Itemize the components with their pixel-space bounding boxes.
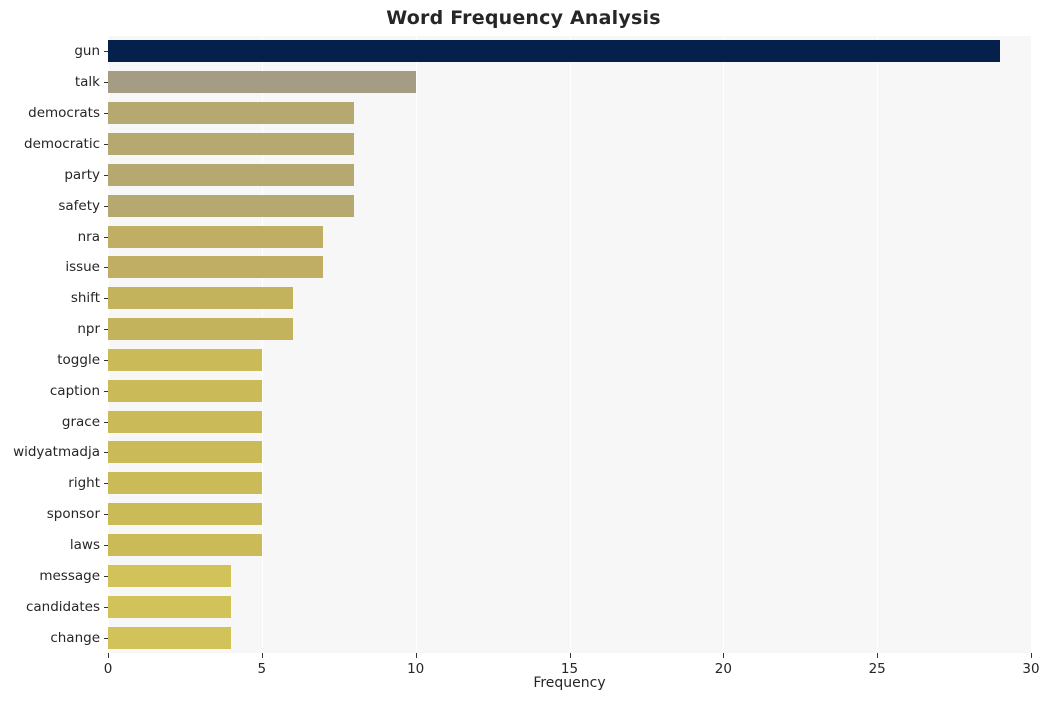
bar: [108, 287, 293, 310]
bar: [108, 163, 355, 186]
y-tick-mark: [104, 82, 108, 84]
x-tick-mark: [877, 653, 879, 658]
y-tick-label: issue: [65, 259, 100, 276]
y-tick-label: candidates: [25, 598, 100, 615]
bar: [108, 503, 262, 526]
y-tick-mark: [104, 113, 108, 115]
bar: [108, 348, 262, 371]
y-tick-mark: [104, 205, 108, 207]
y-tick-label: shift: [70, 290, 100, 307]
y-tick-label: gun: [74, 43, 100, 60]
y-tick-label: party: [64, 166, 100, 183]
x-tick-mark: [108, 653, 109, 658]
y-tick-label: democrats: [28, 105, 100, 122]
gridline: [569, 36, 571, 653]
y-tick-mark: [104, 545, 108, 547]
gridline: [108, 36, 109, 653]
bar: [108, 379, 262, 402]
bar: [108, 40, 1001, 63]
y-tick-mark: [104, 483, 108, 485]
y-tick-label: right: [68, 475, 100, 492]
y-tick-label: sponsor: [46, 506, 100, 523]
y-tick-label: message: [39, 567, 100, 584]
x-tick-mark: [415, 653, 417, 658]
y-tick-mark: [104, 298, 108, 300]
x-tick-mark: [569, 653, 571, 658]
bar: [108, 564, 232, 587]
gridline: [877, 36, 879, 653]
y-tick-label: change: [50, 629, 100, 646]
y-tick-mark: [104, 452, 108, 454]
bar: [108, 410, 262, 433]
bar: [108, 225, 324, 248]
y-tick-mark: [104, 143, 108, 145]
y-tick-mark: [104, 514, 108, 516]
bar: [108, 194, 355, 217]
y-tick-mark: [104, 267, 108, 269]
y-tick-label: widyatmadja: [13, 444, 100, 461]
bar: [108, 534, 262, 557]
y-tick-mark: [104, 575, 108, 577]
y-tick-mark: [104, 329, 108, 331]
bar: [108, 472, 262, 495]
bar: [108, 102, 355, 125]
x-tick-mark: [261, 653, 263, 658]
y-tick-label: democratic: [24, 135, 100, 152]
gridline: [415, 36, 417, 653]
bar: [108, 595, 232, 618]
y-tick-label: grace: [61, 413, 100, 430]
chart-title: Word Frequency Analysis: [386, 7, 661, 29]
y-tick-label: talk: [74, 74, 100, 91]
x-tick-mark: [1031, 653, 1032, 658]
plot-area: [108, 36, 1031, 653]
y-tick-mark: [104, 606, 108, 608]
y-tick-label: caption: [49, 382, 100, 399]
bar: [108, 71, 416, 94]
x-tick-mark: [723, 653, 725, 658]
y-tick-mark: [104, 236, 108, 238]
bar: [108, 132, 355, 155]
gridline: [261, 36, 263, 653]
y-tick-label: toggle: [57, 351, 100, 368]
x-axis-title: Frequency: [533, 675, 606, 691]
y-tick-mark: [104, 174, 108, 176]
gridline: [723, 36, 725, 653]
bar: [108, 441, 262, 464]
y-tick-mark: [104, 51, 108, 53]
bar: [108, 256, 324, 279]
y-tick-mark: [104, 637, 108, 639]
y-tick-mark: [104, 359, 108, 361]
bar: [108, 318, 293, 341]
bar: [108, 626, 232, 649]
word-frequency-chart: Word Frequency Analysis gun talk democrats…: [0, 0, 1047, 701]
y-tick-label: safety: [58, 197, 100, 214]
y-tick-mark: [104, 421, 108, 423]
y-tick-label: laws: [69, 537, 100, 554]
y-tick-label: npr: [77, 321, 100, 338]
y-tick-mark: [104, 390, 108, 392]
y-tick-label: nra: [77, 228, 100, 245]
